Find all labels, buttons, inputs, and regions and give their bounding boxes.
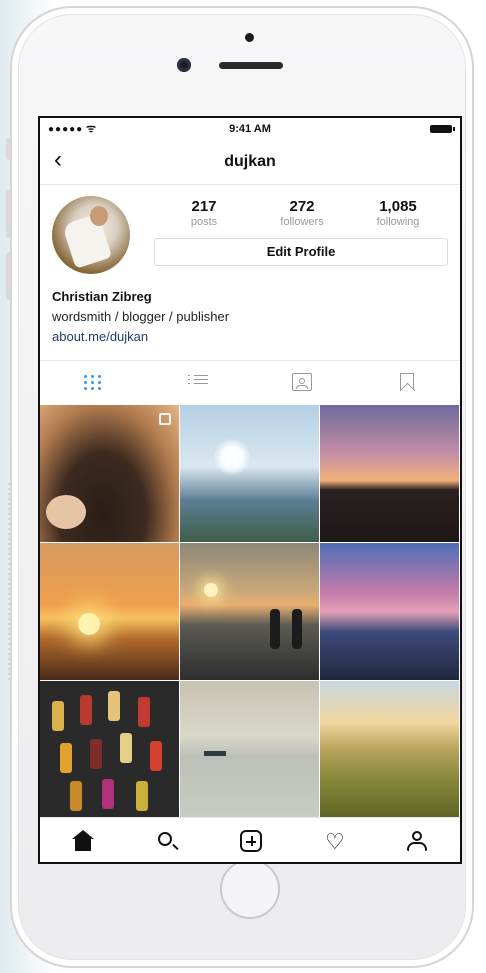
front-camera (177, 58, 191, 72)
app-screen: ●●●●● ᯤ 9:41 AM ‹ dujkan 217 posts 272 f… (38, 116, 462, 864)
photo-detail-people (270, 609, 280, 649)
photo-detail-bottle (150, 741, 162, 771)
photo-bottles[interactable] (40, 681, 179, 818)
list-icon (188, 375, 208, 384)
photo-detail-sun (78, 613, 100, 635)
photo-detail-sun (214, 439, 250, 475)
heart-icon[interactable]: ♡ (324, 830, 346, 853)
edit-profile-button[interactable]: Edit Profile (154, 238, 448, 266)
followers-count[interactable]: 272 followers (262, 198, 342, 229)
photo-cat[interactable] (40, 405, 179, 542)
photo-harbor-dusk[interactable] (320, 543, 459, 680)
photo-detail-bottle (102, 779, 114, 809)
posts-count[interactable]: 217 posts (164, 198, 244, 229)
earpiece-speaker (219, 62, 283, 69)
profile-icon[interactable] (406, 830, 428, 852)
tab-list[interactable] (188, 372, 210, 392)
followers-number: 272 (289, 198, 315, 215)
bottom-nav: ♡ (40, 817, 460, 862)
posts-number: 217 (191, 198, 217, 215)
home-icon[interactable] (72, 830, 94, 852)
photo-field[interactable] (320, 681, 459, 818)
photo-detail-hand (46, 495, 86, 529)
status-bar: ●●●●● ᯤ 9:41 AM (40, 118, 460, 140)
photo-coast-sun[interactable] (180, 405, 319, 542)
tab-tagged[interactable] (292, 373, 314, 393)
avatar[interactable] (52, 196, 130, 274)
tab-grid[interactable] (84, 375, 106, 395)
photo-detail-bottle (136, 781, 148, 811)
proximity-sensor (245, 33, 254, 42)
photo-detail-sun (204, 583, 218, 597)
photo-detail-bottle (60, 743, 72, 773)
photo-sea-boat[interactable] (180, 681, 319, 818)
following-label: following (376, 216, 420, 228)
profile-tabs (40, 360, 460, 406)
battery-icon (430, 125, 455, 133)
photo-detail-bottle (80, 695, 92, 725)
tagged-icon (292, 373, 312, 391)
profile-name: Christian Zibreg (52, 289, 152, 304)
photo-pier-people[interactable] (180, 543, 319, 680)
photo-purple-sky[interactable] (320, 405, 459, 542)
following-count[interactable]: 1,085 following (358, 198, 438, 229)
page-title: dujkan (224, 153, 276, 170)
following-number: 1,085 (379, 198, 417, 215)
bookmark-icon (400, 373, 414, 391)
photo-detail-boat (204, 751, 226, 756)
add-icon[interactable] (240, 830, 262, 852)
tab-saved[interactable] (400, 373, 422, 393)
profile-bio: wordsmith / blogger / publisher (52, 309, 230, 324)
photo-detail-bottle (138, 697, 150, 727)
photo-detail-bottle (90, 739, 102, 769)
photo-detail-bottle (70, 781, 82, 811)
home-button[interactable] (220, 859, 280, 919)
photo-detail-bottle (120, 733, 132, 763)
photo-grid (40, 405, 460, 818)
search-icon[interactable] (156, 830, 178, 852)
multiple-photos-icon (159, 413, 171, 425)
posts-label: posts (190, 216, 218, 228)
profile-link[interactable]: about.me/dujkan (52, 329, 148, 344)
top-nav: ‹ dujkan (40, 140, 460, 185)
photo-detail-bottle (108, 691, 120, 721)
avatar-head (90, 206, 108, 226)
followers-label: followers (280, 216, 324, 228)
grid-icon (84, 375, 106, 390)
status-time: 9:41 AM (229, 123, 271, 135)
photo-sunset-tree[interactable] (40, 543, 179, 680)
photo-detail-bottle (52, 701, 64, 731)
